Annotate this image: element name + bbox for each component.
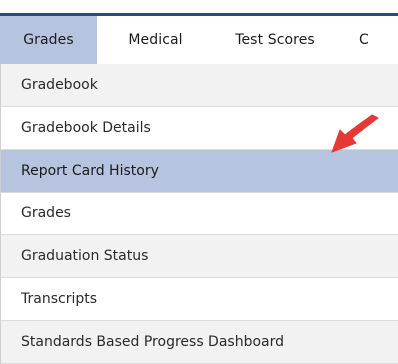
menu-item-label: Report Card History <box>21 162 159 179</box>
top-menubar: Grades Medical Test Scores C <box>0 16 398 64</box>
red-arrow-icon <box>331 114 379 153</box>
menu-item-transcripts[interactable]: Transcripts <box>1 278 398 322</box>
menu-item-label: Gradebook <box>21 76 98 93</box>
menu-item-label: Grades <box>21 205 71 222</box>
menu-item-label: Graduation Status <box>21 248 149 265</box>
menu-item-label: Standards Based Progress Dashboard <box>21 333 285 350</box>
menu-item-standards-based-progress-dashboard[interactable]: Standards Based Progress Dashboard <box>1 321 398 364</box>
menu-item-grades[interactable]: Grades <box>1 193 398 236</box>
tab-test-scores[interactable]: Test Scores <box>222 16 328 64</box>
grades-dropdown-menu: Gradebook Gradebook Details Report Card … <box>0 64 398 364</box>
tab-medical[interactable]: Medical <box>109 16 202 64</box>
top-strip <box>0 0 398 12</box>
menu-item-label: Gradebook Details <box>21 119 151 136</box>
menu-item-label: Transcripts <box>21 291 98 308</box>
tab-truncated[interactable]: C <box>344 16 384 64</box>
menu-item-gradebook[interactable]: Gradebook <box>1 64 398 107</box>
menu-item-graduation-status[interactable]: Graduation Status <box>1 235 398 279</box>
tab-grades[interactable]: Grades <box>0 16 97 64</box>
